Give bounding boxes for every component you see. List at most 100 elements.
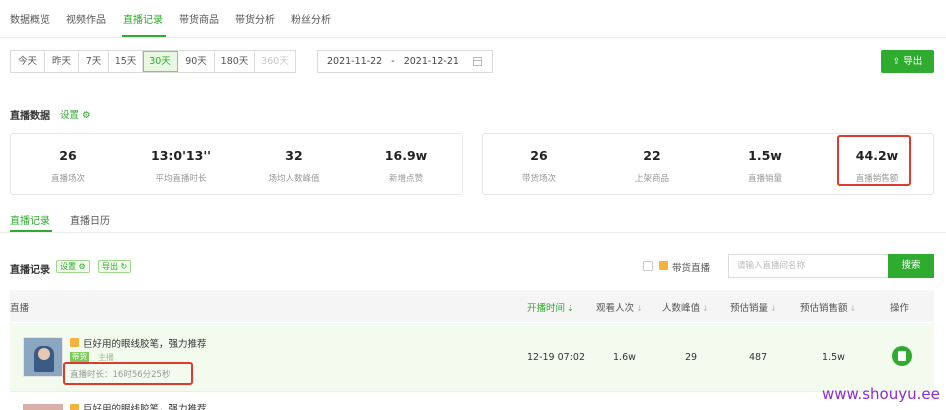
watermark: www.shouyu.ee xyxy=(822,385,940,403)
stat-label: 直播销量 xyxy=(747,174,782,184)
period-90d[interactable]: 90天 xyxy=(178,51,215,72)
stat-label: 场均人数峰值 xyxy=(268,174,320,184)
thumbnail-face xyxy=(38,348,50,360)
th-label: 预估销售额 xyxy=(800,303,848,314)
live-data-title: 直播数据 xyxy=(10,111,50,122)
export-button[interactable]: ⇪ 导出 xyxy=(881,50,934,73)
tab-live-records[interactable]: 直播记录 xyxy=(123,14,163,28)
export-label: 导出 xyxy=(102,262,118,271)
th-live: 直播 xyxy=(10,303,30,314)
detail-icon[interactable] xyxy=(892,346,912,366)
th-label: 人数峰值 xyxy=(662,303,701,314)
stat-value: 16.9w xyxy=(384,148,428,163)
td-revenue: 1.5w xyxy=(822,352,845,363)
sort-icon: ↓ xyxy=(702,304,709,313)
stat-listed-products: 22 上架商品 xyxy=(597,148,707,184)
sort-desc-icon: ⇣ xyxy=(567,304,574,313)
stat-value: 1.5w xyxy=(748,148,782,163)
live-title[interactable]: 巨好用的眼线胶笔，强力推荐 xyxy=(83,401,207,410)
duration-highlight-box xyxy=(63,362,193,385)
sort-icon: ↓ xyxy=(770,304,777,313)
tab-fans-analysis[interactable]: 粉丝分析 xyxy=(291,14,331,28)
tab-video-works[interactable]: 视频作品 xyxy=(66,14,106,28)
gear-icon: ⚙ xyxy=(78,262,86,271)
row-divider xyxy=(10,391,934,392)
period-yesterday[interactable]: 昨天 xyxy=(45,51,79,72)
settings-label: 设置 xyxy=(60,262,76,271)
export-label: 导出 xyxy=(903,56,923,67)
td-sales: 487 xyxy=(749,352,768,363)
period-7d[interactable]: 7天 xyxy=(79,51,109,72)
stat-new-likes: 16.9w 新增点赞 xyxy=(351,148,461,184)
stat-label: 新增点赞 xyxy=(388,174,423,184)
th-revenue[interactable]: 预估销售额 ↓ xyxy=(800,300,856,314)
th-sales[interactable]: 预估销量 ↓ xyxy=(730,300,777,314)
stat-selling-lives: 26 带货场次 xyxy=(484,148,594,184)
refresh-icon: ↻ xyxy=(120,262,128,271)
stat-value: 26 xyxy=(530,148,548,163)
records-export-button[interactable]: 导出 ↻ xyxy=(98,260,132,273)
stat-live-count: 26 直播场次 xyxy=(13,148,123,184)
live-tag: 带货 xyxy=(70,352,89,362)
revenue-highlight-box xyxy=(837,135,911,186)
th-start-time[interactable]: 开播时间 ⇣ xyxy=(527,300,574,314)
td-peak: 29 xyxy=(685,352,698,363)
selling-live-checkbox[interactable] xyxy=(643,261,653,271)
stat-value: 32 xyxy=(285,148,303,163)
cart-icon xyxy=(70,404,79,410)
stat-label: 平均直播时长 xyxy=(155,174,207,184)
stat-value: 22 xyxy=(643,148,661,163)
stat-label: 上架商品 xyxy=(634,174,669,184)
tab-data-overview[interactable]: 数据概览 xyxy=(10,14,50,28)
th-label: 观看人次 xyxy=(596,303,635,314)
date-start: 2021-11-22 xyxy=(327,56,383,67)
stat-avg-peak: 32 场均人数峰值 xyxy=(239,148,349,184)
records-settings-button[interactable]: 设置 ⚙ xyxy=(56,260,90,273)
stat-value: 26 xyxy=(59,148,77,163)
stat-avg-duration: 13:0'13'' 平均直播时长 xyxy=(126,148,236,184)
calendar-icon xyxy=(473,57,482,66)
sort-icon: ↓ xyxy=(849,304,857,313)
period-15d[interactable]: 15天 xyxy=(109,51,143,72)
subtab-live-records[interactable]: 直播记录 xyxy=(10,212,50,227)
stat-label: 直播场次 xyxy=(50,174,85,184)
search-input[interactable]: 请输入直播间名称 xyxy=(728,254,888,278)
search-button[interactable]: 搜索 xyxy=(888,254,934,278)
tab-sales-analysis[interactable]: 带货分析 xyxy=(235,14,275,28)
live-thumbnail[interactable] xyxy=(23,404,63,410)
date-separator: - xyxy=(391,56,395,67)
period-selector: 今天 昨天 7天 15天 30天 90天 180天 360天 xyxy=(10,50,296,73)
subtab-divider xyxy=(0,232,946,233)
th-label: 开播时间 xyxy=(527,303,566,314)
date-range-picker[interactable]: 2021-11-22 - 2021-12-21 xyxy=(317,50,493,73)
th-actions: 操作 xyxy=(890,303,910,314)
th-peak[interactable]: 人数峰值 ↓ xyxy=(662,300,709,314)
cart-icon xyxy=(659,261,668,270)
period-30d[interactable]: 30天 xyxy=(143,51,178,72)
records-title: 直播记录 xyxy=(10,265,50,276)
period-360d[interactable]: 360天 xyxy=(255,51,295,72)
live-thumbnail[interactable] xyxy=(23,337,63,377)
period-180d[interactable]: 180天 xyxy=(215,51,255,72)
th-label: 预估销量 xyxy=(730,303,769,314)
stat-label: 带货场次 xyxy=(521,174,556,184)
date-end: 2021-12-21 xyxy=(403,56,459,67)
cart-icon xyxy=(70,338,79,347)
tab-products[interactable]: 带货商品 xyxy=(179,14,219,28)
settings-label: 设置 xyxy=(60,110,80,121)
period-today[interactable]: 今天 xyxy=(11,51,45,72)
stat-live-sales: 1.5w 直播销量 xyxy=(710,148,820,184)
th-viewers[interactable]: 观看人次 ↓ xyxy=(596,300,643,314)
stat-value: 13:0'13'' xyxy=(151,148,211,163)
tabs-divider xyxy=(0,37,946,38)
selling-live-filter-label: 带货直播 xyxy=(672,263,711,274)
live-title[interactable]: 巨好用的眼线胶笔，强力推荐 xyxy=(83,336,207,350)
td-start-time: 12-19 07:02 xyxy=(527,352,586,363)
table-header xyxy=(10,290,934,322)
td-viewers: 1.6w xyxy=(613,352,636,363)
sort-icon: ↓ xyxy=(636,304,643,313)
subtab-live-calendar[interactable]: 直播日历 xyxy=(70,212,110,227)
upload-icon: ⇪ xyxy=(892,57,901,67)
live-data-settings-link[interactable]: 设置 ⚙ xyxy=(60,107,91,121)
gear-icon: ⚙ xyxy=(82,110,91,121)
